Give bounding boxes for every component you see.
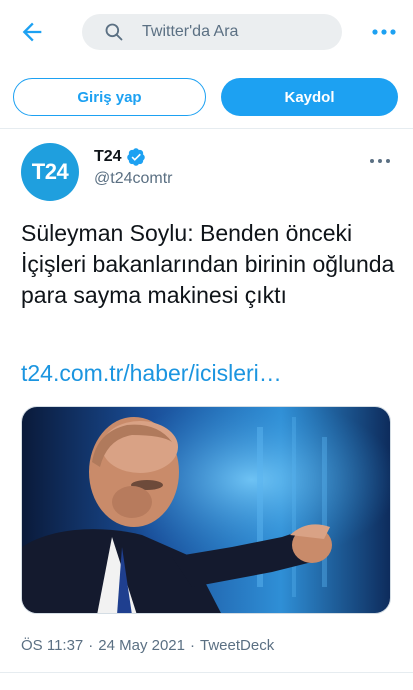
login-button[interactable]: Giriş yap [13,78,206,116]
divider [0,672,413,673]
tweet-more-icon[interactable] [367,152,393,170]
tweet-link[interactable]: t24.com.tr/haber/icisleri… [21,360,282,387]
divider [0,128,413,129]
speaker-photo [22,407,390,613]
avatar[interactable]: T24 [21,143,79,201]
search-input[interactable] [140,22,324,42]
meta-separator: · [88,637,94,654]
search-bar[interactable] [82,14,342,50]
signup-button[interactable]: Kaydol [221,78,398,116]
tweet-text: Süleyman Soylu: Benden önceki İçişleri b… [21,220,395,308]
tweet-meta: ÖS 11:37 · 24 May 2021 · TweetDeck [21,637,274,654]
tweet-source[interactable]: TweetDeck [200,637,274,654]
meta-separator: · [190,637,195,654]
search-icon [105,23,123,41]
author-handle[interactable]: @t24comtr [94,170,172,188]
author-name[interactable]: T24 [94,147,146,167]
author-name-text[interactable]: T24 [94,148,122,166]
more-icon[interactable] [369,20,399,44]
tweet-media-image[interactable] [21,406,391,614]
tweet-time[interactable]: ÖS 11:37 [21,637,83,654]
back-arrow-icon[interactable] [18,18,46,46]
auth-buttons: Giriş yap Kaydol [0,70,413,126]
verified-badge-icon [126,148,145,166]
top-bar [0,0,413,64]
tweet-date[interactable]: 24 May 2021 [98,637,185,654]
